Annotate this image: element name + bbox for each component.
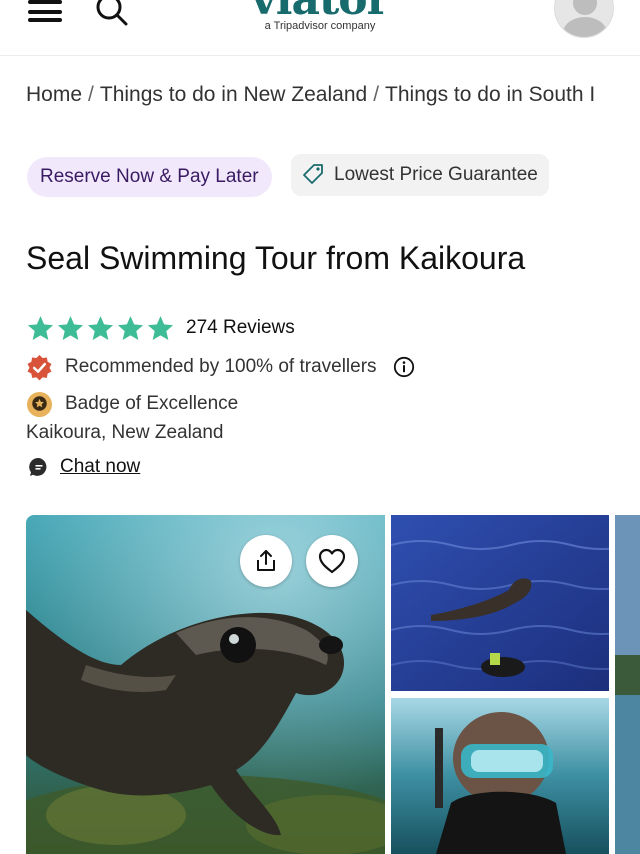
- star-icon: [147, 315, 174, 340]
- breadcrumb-separator: /: [88, 83, 94, 106]
- logo-wordmark: viator: [250, 0, 390, 22]
- recommended-row: Recommended by 100% of travellers: [26, 352, 415, 382]
- star-icon: [57, 315, 84, 340]
- breadcrumb: Home / Things to do in New Zealand / Things …: [26, 83, 640, 107]
- excellence-text: Badge of Excellence: [65, 393, 239, 414]
- coastline-photo[interactable]: [615, 515, 640, 854]
- star-rating: [26, 314, 175, 343]
- hamburger-menu-icon[interactable]: [28, 0, 64, 24]
- lowest-price-label: Lowest Price Guarantee: [334, 164, 538, 185]
- snorkeler-selfie-photo[interactable]: [391, 698, 609, 854]
- favorite-button[interactable]: [306, 535, 358, 587]
- star-icon: [87, 315, 114, 340]
- heart-icon: [318, 548, 346, 574]
- chat-now-label: Chat now: [60, 456, 141, 477]
- tour-location: Kaikoura, New Zealand: [26, 422, 224, 443]
- excellence-row: Badge of Excellence: [26, 390, 238, 418]
- user-avatar-icon[interactable]: [554, 0, 614, 38]
- recommended-badge-icon: [26, 354, 53, 381]
- breadcrumb-home[interactable]: Home: [26, 83, 82, 106]
- star-icon: [27, 315, 54, 340]
- star-icon: [117, 315, 144, 340]
- excellence-badge-icon: [26, 391, 53, 418]
- share-button[interactable]: [240, 535, 292, 587]
- info-icon[interactable]: [393, 356, 415, 378]
- share-icon: [257, 550, 275, 571]
- reviews-count-link[interactable]: 274 Reviews: [186, 317, 295, 339]
- seal-on-surface-photo[interactable]: [391, 515, 609, 691]
- rating-row[interactable]: 274 Reviews: [26, 313, 295, 343]
- chat-now-link[interactable]: Chat now: [28, 454, 140, 480]
- search-icon[interactable]: [94, 0, 130, 28]
- breadcrumb-separator: /: [373, 83, 380, 106]
- page-title: Seal Swimming Tour from Kaikoura: [26, 240, 526, 276]
- lowest-price-badge[interactable]: Lowest Price Guarantee: [291, 154, 549, 196]
- seal-underwater-photo[interactable]: [26, 515, 385, 854]
- price-tag-icon: [301, 163, 325, 187]
- breadcrumb-new-zealand[interactable]: Things to do in New Zealand: [100, 83, 367, 106]
- breadcrumb-south-island[interactable]: Things to do in South I: [385, 83, 595, 106]
- photo-gallery: [0, 515, 640, 854]
- recommended-text: Recommended by 100% of travellers: [65, 356, 377, 377]
- viator-logo[interactable]: viator: [250, 0, 390, 22]
- logo-subtitle: a Tripadvisor company: [264, 20, 376, 32]
- chat-bubble-icon: [28, 456, 50, 478]
- reserve-now-badge[interactable]: Reserve Now & Pay Later: [27, 157, 272, 197]
- site-header: viator a Tripadvisor company: [0, 0, 640, 56]
